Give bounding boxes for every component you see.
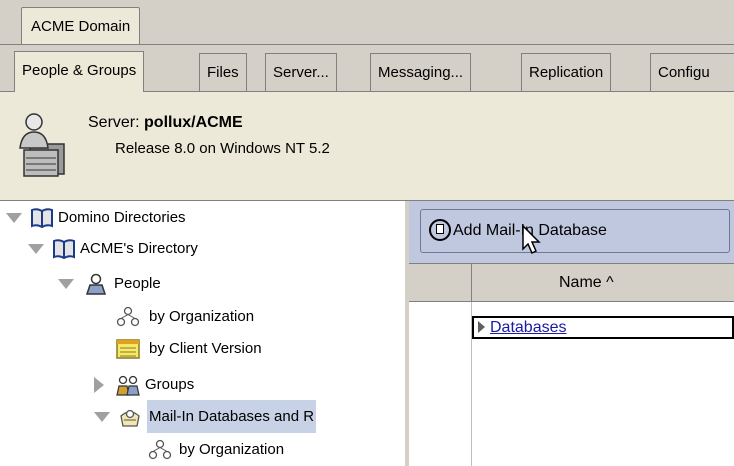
tree-label: Domino Directories [58,209,186,226]
column-header-name[interactable]: Name ^ [559,264,614,301]
tree-label: People [114,275,161,292]
action-bar: Add Mail-In Database [409,201,734,264]
server-info-panel: Server: pollux/ACME Release 8.0 on Windo… [0,92,734,201]
navigation-tree: Domino Directories ACME's Directory Peop… [0,201,409,466]
server-person-icon [19,113,65,177]
tree-label: Groups [145,376,195,393]
tree-label: by Organization [179,441,285,458]
tab-acme-domain[interactable]: ACME Domain [21,7,141,44]
tree-label: by Organization [149,308,255,325]
mouse-cursor-icon [522,225,541,255]
tab-people-groups[interactable]: People & Groups [14,51,145,92]
group-icon [116,375,140,396]
column-header-row: Name ^ [409,264,734,302]
twisty-expanded-icon[interactable] [6,213,22,223]
tab-server[interactable]: Server... [265,53,337,91]
add-mail-in-database-button[interactable]: Add Mail-In Database [420,209,730,253]
row-label-databases[interactable]: Databases [490,318,567,337]
tab-replication[interactable]: Replication [521,53,612,91]
server-name: Server: pollux/ACME [88,114,243,131]
hierarchy-icon [148,439,172,460]
hierarchy-icon [116,306,140,327]
selection-gutter[interactable] [409,302,472,466]
server-release: Release 8.0 on Windows NT 5.2 [115,140,330,157]
view-pane: Add Mail-In Database Name ^ Databases [409,201,734,466]
tree-label: by Client Version [149,340,262,357]
domain-tab-row: ACME Domain [0,0,734,45]
column-gutter [409,264,472,301]
function-tab-row: People & Groups Files Server... Messagin… [0,48,734,92]
new-document-icon [429,219,451,241]
table-row[interactable]: Databases [472,316,734,339]
category-twisty-icon[interactable] [478,321,485,333]
tab-configuration[interactable]: Configu [650,53,734,91]
book-icon [31,208,53,229]
tree-label: ACME's Directory [80,240,198,257]
mailin-icon [120,409,140,427]
tree-label-selected: Mail-In Databases and R [147,400,317,433]
twisty-expanded-icon[interactable] [58,279,74,289]
book-icon [53,239,75,260]
person-icon [85,273,107,295]
twisty-expanded-icon[interactable] [28,244,44,254]
tab-messaging[interactable]: Messaging... [370,53,472,91]
tab-files[interactable]: Files [199,53,247,91]
view-body: Databases [409,302,734,466]
view-icon [116,339,140,359]
twisty-expanded-icon[interactable] [94,412,110,422]
twisty-collapsed-icon[interactable] [94,377,104,393]
